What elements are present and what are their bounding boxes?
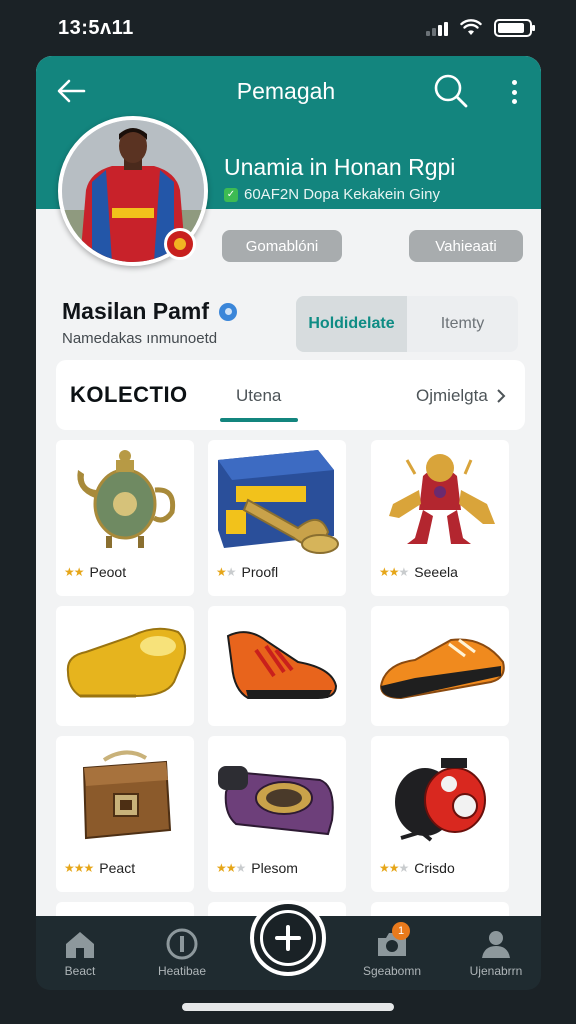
battery-icon bbox=[494, 19, 535, 37]
star-rating-icon: ★★★ bbox=[379, 565, 409, 579]
item-rating: ★★ Proofl bbox=[216, 564, 278, 580]
yellow-shoe-icon bbox=[66, 627, 187, 698]
item-label: Peoot bbox=[89, 564, 127, 580]
grid-item-orange-shoe[interactable] bbox=[371, 606, 509, 726]
tab-middle[interactable]: Utena bbox=[236, 386, 281, 406]
robot-figure-icon bbox=[389, 454, 495, 544]
hero-title: Unamia in Honan Rgpi bbox=[224, 154, 456, 180]
grid-item-yellow-shoe[interactable] bbox=[56, 606, 194, 726]
item-label: Crisdo bbox=[414, 860, 455, 876]
star-rating-icon: ★★★ bbox=[64, 861, 94, 875]
back-arrow-icon[interactable] bbox=[54, 76, 90, 106]
collection-tabs: KOLECTIO Utena Ojmielgta bbox=[56, 360, 525, 430]
home-icon bbox=[66, 932, 94, 958]
profile-subtitle: Namedakas ınmunoetd bbox=[62, 330, 218, 347]
teapot-icon bbox=[77, 450, 176, 548]
hero-subtitle-text: 60AF2N Dopa Kekakein Giny bbox=[244, 186, 440, 203]
notification-badge: 1 bbox=[392, 922, 410, 940]
status-icons bbox=[426, 19, 535, 37]
wifi-icon bbox=[460, 19, 482, 35]
action-button-left[interactable]: Gomablóni bbox=[222, 230, 342, 262]
add-button[interactable] bbox=[250, 900, 326, 976]
home-indicator[interactable] bbox=[182, 1003, 394, 1011]
profile-name-text: Masilan Pamf bbox=[62, 298, 209, 324]
status-bar: 13:5ᴧ11 bbox=[0, 0, 576, 56]
chest-icon bbox=[82, 750, 172, 840]
nav-profile[interactable]: Ujenabrrn bbox=[456, 928, 536, 978]
collection-title: KOLECTIO bbox=[70, 382, 188, 407]
signal-icon bbox=[426, 20, 448, 36]
purple-device-icon bbox=[218, 766, 334, 836]
item-rating: ★★★ Peact bbox=[64, 860, 135, 876]
tab-indicator bbox=[220, 418, 298, 422]
tab-right[interactable]: Ojmielgta bbox=[416, 386, 506, 406]
nav-camera-label: Sgeabomn bbox=[362, 964, 422, 978]
item-label: Plesom bbox=[251, 860, 298, 876]
star-rating-icon: ★★ bbox=[64, 565, 84, 579]
nav-profile-label: Ujenabrrn bbox=[469, 964, 523, 978]
star-rating-icon: ★★ bbox=[216, 565, 237, 579]
item-rating: ★★★ Seeela bbox=[379, 564, 458, 580]
item-label: Peact bbox=[99, 860, 136, 876]
grid-item-teapot[interactable]: ★★ Peoot bbox=[56, 440, 194, 596]
info-icon bbox=[166, 928, 198, 960]
hero-subtitle: ✓ 60AF2N Dopa Kekakein Giny bbox=[224, 186, 440, 203]
profile-name: Masilan Pamf bbox=[62, 298, 237, 325]
star-rating-icon: ★★★ bbox=[216, 861, 246, 875]
tab-right-label: Ojmielgta bbox=[416, 386, 488, 405]
item-rating: ★★ Peoot bbox=[64, 564, 126, 580]
grid-item-robot[interactable]: ★★★ Seeela bbox=[371, 440, 509, 596]
segment-inactive[interactable]: Itemty bbox=[407, 296, 518, 352]
search-icon[interactable] bbox=[432, 72, 470, 110]
grid-item-red-engine[interactable]: ★★★ Crisdo bbox=[371, 736, 509, 892]
segment-active[interactable]: Holdidelate bbox=[296, 296, 407, 352]
star-rating-icon: ★★★ bbox=[379, 861, 409, 875]
grid-item-orange-sneaker[interactable] bbox=[208, 606, 346, 726]
orange-shoe-icon bbox=[379, 638, 505, 700]
red-engine-icon bbox=[395, 758, 486, 842]
page-title: Pemagah bbox=[236, 78, 336, 104]
trumpet-box-icon bbox=[218, 450, 339, 554]
nav-info[interactable]: Heatibae bbox=[142, 928, 222, 978]
check-icon: ✓ bbox=[224, 187, 238, 202]
item-label: Seeela bbox=[414, 564, 458, 580]
orange-sneaker-icon bbox=[226, 631, 338, 699]
user-icon bbox=[482, 931, 510, 958]
nav-camera[interactable]: 1 Sgeabomn bbox=[352, 922, 432, 978]
club-badge-icon bbox=[164, 228, 196, 260]
more-options-icon[interactable] bbox=[504, 76, 524, 108]
item-rating: ★★★ Plesom bbox=[216, 860, 298, 876]
segmented-control: Holdidelate Itemty bbox=[296, 296, 518, 352]
grid-item-chest[interactable]: ★★★ Peact bbox=[56, 736, 194, 892]
chevron-right-icon bbox=[497, 389, 506, 403]
action-button-right[interactable]: Vahieaati bbox=[409, 230, 523, 262]
status-time: 13:5ᴧ11 bbox=[58, 16, 134, 39]
item-label: Proofl bbox=[241, 564, 279, 580]
nav-home[interactable]: Beact bbox=[40, 928, 120, 978]
nav-home-label: Beact bbox=[64, 964, 96, 978]
profile-card: Pemagah Unamia in Honan Rgpi ✓ 60AF2N Do… bbox=[36, 56, 541, 946]
grid-item-trumpet[interactable]: ★★ Proofl bbox=[208, 440, 346, 596]
item-rating: ★★★ Crisdo bbox=[379, 860, 455, 876]
grid-item-purple-device[interactable]: ★★★ Plesom bbox=[208, 736, 346, 892]
plus-icon bbox=[260, 910, 316, 966]
verified-icon bbox=[219, 302, 237, 321]
nav-info-label: Heatibae bbox=[157, 964, 207, 978]
